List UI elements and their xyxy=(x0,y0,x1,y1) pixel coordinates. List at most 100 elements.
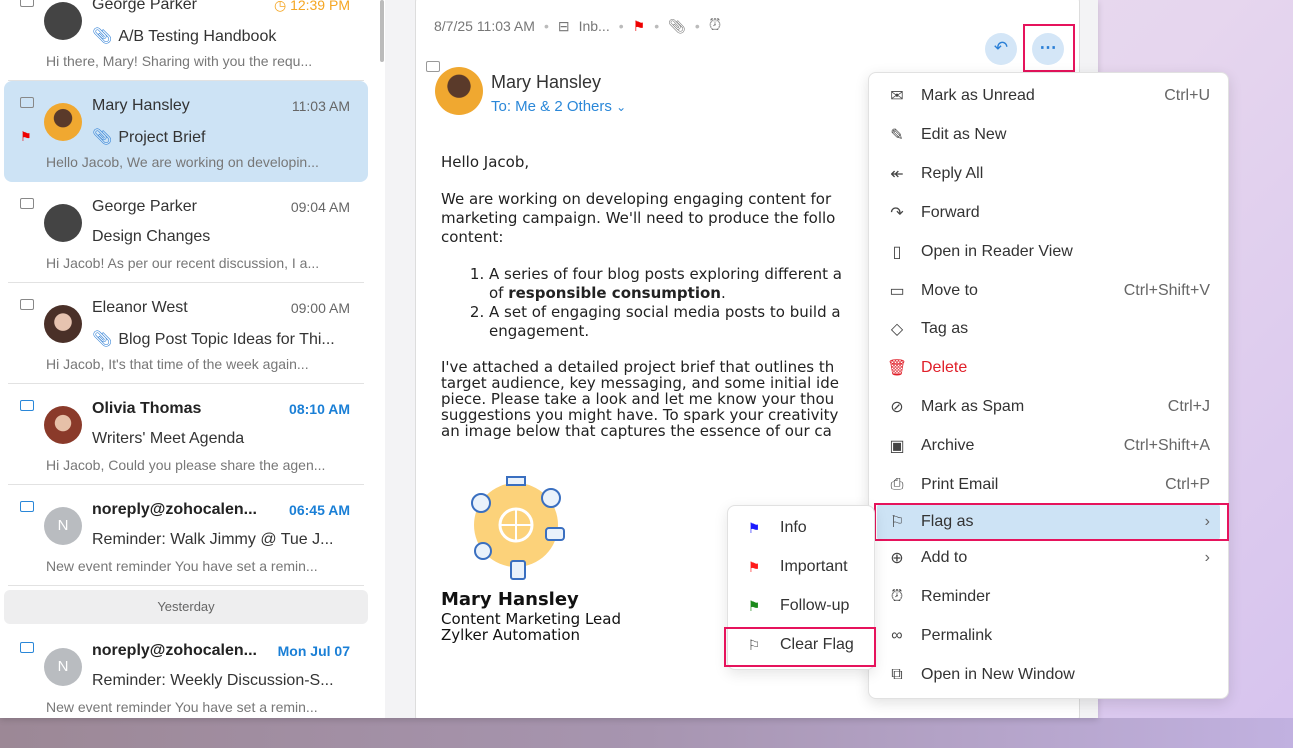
avatar xyxy=(44,204,82,242)
menu-item-tag-as[interactable]: ◇ Tag as xyxy=(877,311,1220,347)
menu-item-label: Add to xyxy=(921,549,968,566)
menu-item-move-to[interactable]: ▭ Move to Ctrl+Shift+V xyxy=(877,273,1220,309)
avatar: N xyxy=(44,507,82,545)
menu-item-reply-all[interactable]: ↞ Reply All xyxy=(877,156,1220,192)
envelope-icon: ✉︎ xyxy=(890,88,904,105)
mail-preview: Hi there, Mary! Sharing with you the req… xyxy=(46,53,313,69)
sustainability-image xyxy=(471,476,565,580)
shortcut: Ctrl+Shift+A xyxy=(1123,437,1210,455)
menu-item-label: Mark as Spam xyxy=(921,398,1025,416)
reply-button[interactable]: ↶ xyxy=(985,33,1017,65)
menu-item-archive[interactable]: ▣ Archive Ctrl+Shift+A xyxy=(877,428,1220,464)
flag-icon[interactable]: ⚑ xyxy=(20,129,32,145)
alarm-icon: ⏰︎ xyxy=(890,587,904,605)
spam-icon: ⊘ xyxy=(890,399,904,417)
sender-name: Olivia Thomas xyxy=(92,400,202,417)
mail-body: Hello Jacob, We are working on developin… xyxy=(441,153,871,457)
attachment-icon[interactable]: 📎︎ xyxy=(668,18,686,35)
sender-name: Eleanor West xyxy=(92,299,188,316)
mail-list-item[interactable]: George Parker ◷ 12:39 PM 📎︎ A/B Testing H… xyxy=(4,0,368,81)
mail-meta: 8/7/25 11:03 AM • ⊟ Inb... • ⚑ • 📎︎ • ⏰︎ xyxy=(434,17,722,35)
desktop-background xyxy=(0,718,1293,748)
flag-icon: ⚑ xyxy=(747,597,761,614)
mail-preview: Hello Jacob, We are working on developin… xyxy=(46,154,319,170)
folder-label[interactable]: Inb... xyxy=(579,18,610,34)
mail-list-item[interactable]: Eleanor West 09:00 AM 📎︎ Blog Post Topic … xyxy=(4,283,368,384)
mail-time: 06:45 AM xyxy=(289,502,350,518)
mail-preview: Hi Jacob, It's that time of the week aga… xyxy=(46,356,309,372)
mail-subject: Reminder: Weekly Discussion-S... xyxy=(92,672,334,689)
signature-name: Mary Hansley xyxy=(441,589,579,610)
flag-icon[interactable]: ⚑ xyxy=(633,18,646,35)
flag-option-info[interactable]: ⚑ Info xyxy=(728,509,874,547)
flag-option-follow-up[interactable]: ⚑ Follow-up xyxy=(728,587,874,625)
printer-icon: ⎙ xyxy=(890,476,904,493)
signature-company: Zylker Automation xyxy=(441,626,580,644)
mail-list-item[interactable]: N noreply@zohocalen... Mon Jul 07 Remind… xyxy=(4,626,368,718)
menu-item-mark-as-spam[interactable]: ⊘ Mark as Spam Ctrl+J xyxy=(877,389,1220,425)
menu-item-edit-as-new[interactable]: ✎ Edit as New xyxy=(877,117,1220,153)
mail-list-item[interactable]: George Parker 09:04 AM Design Changes Hi… xyxy=(4,182,368,283)
clear-flag-highlight xyxy=(724,627,876,667)
mail-time: 09:04 AM xyxy=(290,199,350,215)
menu-item-label: Reminder xyxy=(921,587,991,605)
sender-name: noreply@zohocalen... xyxy=(92,501,257,518)
mail-list-item[interactable]: ⚑ Mary Hansley 11:03 AM 📎︎ Project Brief … xyxy=(4,81,368,182)
sender-name[interactable]: Mary Hansley xyxy=(491,72,601,93)
mail-preview: Hi Jacob, Could you please share the age… xyxy=(46,457,326,473)
flag-as-highlight xyxy=(874,503,1229,541)
list-item: A series of four blog posts exploring di… xyxy=(489,265,871,303)
mail-list-item[interactable]: Olivia Thomas 08:10 AM Writers' Meet Age… xyxy=(4,384,368,485)
menu-item-label: Open in Reader View xyxy=(921,242,1073,260)
flag-option-label: Follow-up xyxy=(780,597,850,614)
read-envelope-icon[interactable] xyxy=(20,198,34,209)
mail-subject: Reminder: Walk Jimmy @ Tue J... xyxy=(92,531,334,548)
unread-envelope-icon[interactable] xyxy=(20,642,34,653)
mail-subject: Writers' Meet Agenda xyxy=(92,430,245,447)
menu-item-permalink[interactable]: ∞ Permalink xyxy=(877,618,1220,654)
forward-icon: ↷ xyxy=(890,204,904,222)
menu-item-label: Reply All xyxy=(921,164,984,182)
attachment-icon: 📎︎ xyxy=(92,331,113,348)
mail-time: 09:00 AM xyxy=(290,300,350,316)
alarm-icon[interactable]: ⏰︎ xyxy=(709,17,721,35)
menu-item-forward[interactable]: ↷ Forward xyxy=(877,195,1220,231)
mail-list-item[interactable]: N noreply@zohocalen... 06:45 AM Reminder… xyxy=(4,485,368,586)
divider xyxy=(8,585,364,586)
attachment-icon: 📎︎ xyxy=(92,28,113,45)
menu-item-label: Mark as Unread xyxy=(921,87,1035,104)
menu-item-label: Print Email xyxy=(921,476,999,493)
menu-item-label: Move to xyxy=(921,281,978,299)
inbox-icon: ⊟ xyxy=(557,17,570,34)
read-status-icon[interactable] xyxy=(426,61,440,72)
flag-option-label: Important xyxy=(780,558,848,575)
tag-icon: ◇ xyxy=(890,321,904,339)
menu-item-add-to[interactable]: ⊕ Add to › xyxy=(877,540,1220,576)
reminder-icon: ◷ xyxy=(273,0,291,13)
read-envelope-icon[interactable] xyxy=(20,299,34,310)
shortcut: Ctrl+P xyxy=(1165,476,1210,493)
mail-subject: 📎︎ Blog Post Topic Ideas for Thi... xyxy=(92,331,335,348)
avatar xyxy=(44,103,82,141)
reply-all-icon: ↞ xyxy=(890,165,904,183)
menu-item-print-email[interactable]: ⎙ Print Email Ctrl+P xyxy=(877,467,1220,503)
mail-list-scrollbar[interactable] xyxy=(380,0,384,62)
chevron-down-icon: ⌄ xyxy=(616,100,627,114)
menu-item-open-in-new-window[interactable]: ⧉ Open in New Window xyxy=(877,657,1220,693)
menu-item-reminder[interactable]: ⏰︎ Reminder xyxy=(877,579,1220,615)
read-envelope-icon[interactable] xyxy=(20,97,34,108)
recipients-toggle[interactable]: To: Me & 2 Others ⌄ xyxy=(491,98,626,115)
shortcut: Ctrl+Shift+V xyxy=(1123,281,1210,299)
flag-option-important[interactable]: ⚑ Important xyxy=(728,548,874,586)
read-envelope-icon[interactable] xyxy=(20,0,34,7)
unread-envelope-icon[interactable] xyxy=(20,501,34,512)
menu-item-mark-as-unread[interactable]: ✉︎ Mark as Unread Ctrl+U xyxy=(877,78,1220,114)
menu-item-open-in-reader-view[interactable]: ▯ Open in Reader View xyxy=(877,234,1220,270)
sender-name: George Parker xyxy=(92,0,197,13)
unread-envelope-icon[interactable] xyxy=(20,400,34,411)
menu-item-label: Permalink xyxy=(921,626,993,644)
mail-subject: Design Changes xyxy=(92,228,211,245)
avatar: N xyxy=(44,648,82,686)
menu-item-delete[interactable]: 🗑︎ Delete xyxy=(877,350,1220,386)
mail-subject: 📎︎ A/B Testing Handbook xyxy=(92,28,277,45)
